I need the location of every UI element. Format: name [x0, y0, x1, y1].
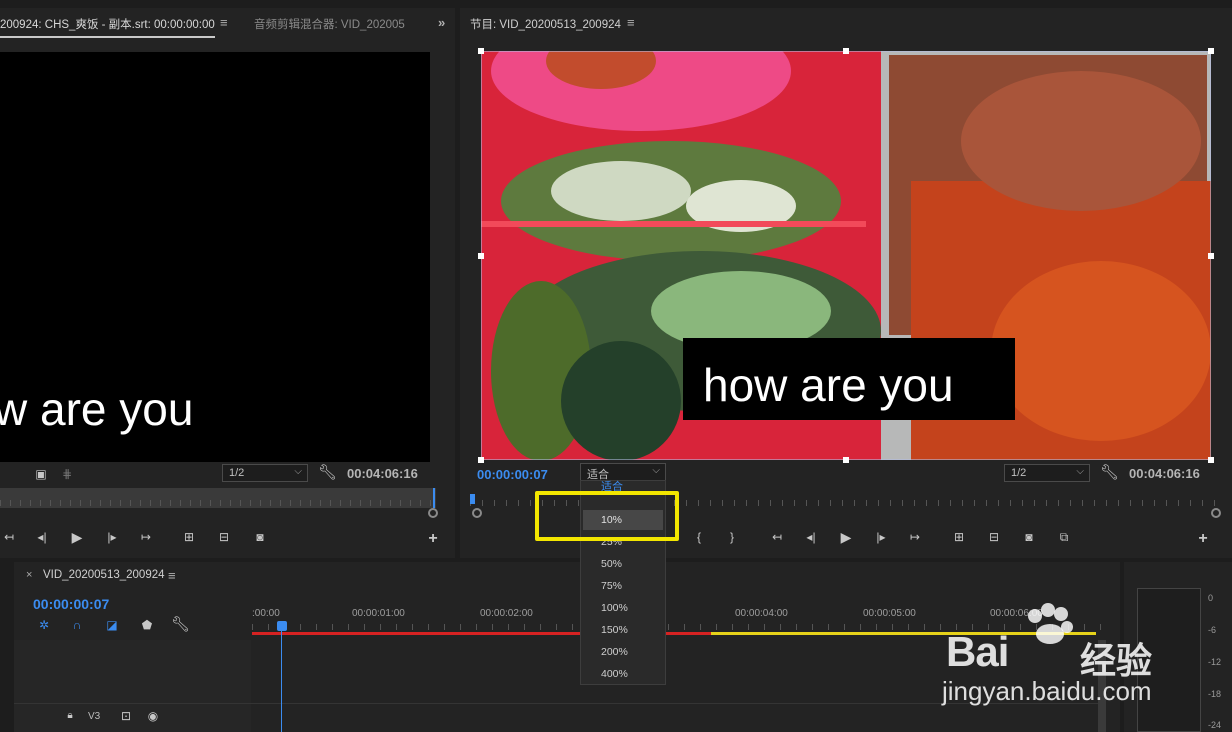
meter-label: -24	[1208, 720, 1222, 730]
zoom-option-100[interactable]: 100%	[581, 598, 665, 618]
mark-out-icon[interactable]: }	[723, 528, 741, 546]
overflow-tabs-icon[interactable]: »	[438, 15, 445, 30]
extract-icon[interactable]: ⊟	[985, 528, 1003, 546]
timeline-tab[interactable]: VID_20200513_200924	[43, 569, 165, 581]
ruler-label: :00:00	[252, 608, 280, 619]
toggle-sync-icon[interactable]: ⊡	[117, 707, 135, 725]
track-label-v3[interactable]: V3	[88, 711, 100, 722]
transform-handle[interactable]	[843, 457, 849, 463]
zoom-option-75[interactable]: 75%	[581, 576, 665, 596]
camera-icon[interactable]: ◙	[251, 528, 269, 546]
program-resolution-select[interactable]: 1/2 ⌵	[1004, 464, 1090, 482]
zoom-level-select[interactable]: 适合 ⌵	[580, 463, 666, 481]
go-to-in-icon[interactable]: ↤	[768, 528, 786, 546]
add-button-icon[interactable]: +	[424, 530, 442, 548]
wrench-icon[interactable]: 🔧︎	[1100, 464, 1119, 482]
timeline-settings-wrench-icon[interactable]: 🔧︎	[171, 616, 190, 634]
program-zoom-handle-right[interactable]	[1211, 508, 1221, 518]
transform-handle[interactable]	[1208, 457, 1214, 463]
go-to-out-icon[interactable]: ↦	[137, 528, 155, 546]
add-marker-icon[interactable]: ⬟	[138, 616, 156, 634]
program-zoom-handle-left[interactable]	[472, 508, 482, 518]
timeline-close-icon[interactable]: ×	[26, 569, 32, 581]
wrench-icon[interactable]: 🔧︎	[318, 464, 337, 482]
meter-label: -18	[1208, 689, 1222, 699]
chevron-down-icon: ⌵	[1076, 466, 1084, 477]
tab-audio-clip-mixer[interactable]: 音频剪辑混合器: VID_202005	[254, 16, 405, 32]
go-to-out-icon[interactable]: ↦	[906, 528, 924, 546]
zoom-option-50[interactable]: 50%	[581, 554, 665, 574]
play-icon[interactable]: ▶	[68, 528, 86, 546]
ruler-label: 00:00:01:00	[352, 608, 405, 619]
program-duration: 00:04:06:16	[1129, 466, 1200, 481]
step-back-icon[interactable]: ◂|	[802, 528, 820, 546]
tab-source-subtitle[interactable]: 200924: CHS_爽饭 - 副本.srt: 00:00:00:00	[0, 16, 215, 38]
chevron-down-icon: ⌵	[652, 465, 660, 476]
source-resolution-select[interactable]: 1/2 ⌵	[222, 464, 308, 482]
go-to-in-icon[interactable]: ↤	[0, 528, 18, 546]
timeline-playhead-line[interactable]	[281, 630, 282, 732]
step-forward-icon[interactable]: |▸	[872, 528, 890, 546]
ruler-label: 00:00:05:00	[863, 608, 916, 619]
insert-icon[interactable]: ⊞	[180, 528, 198, 546]
transform-handle[interactable]	[1208, 253, 1214, 259]
transform-handle[interactable]	[478, 457, 484, 463]
lift-icon[interactable]: ⊞	[950, 528, 968, 546]
add-button-icon[interactable]: +	[1194, 530, 1212, 548]
meter-label: -6	[1208, 625, 1217, 635]
step-forward-icon[interactable]: |▸	[103, 528, 121, 546]
program-playhead[interactable]	[470, 494, 475, 504]
step-back-icon[interactable]: ◂|	[33, 528, 51, 546]
mark-in-icon[interactable]: {	[690, 528, 708, 546]
panel-menu-icon[interactable]: ≡	[220, 15, 228, 30]
transform-handle[interactable]	[1208, 48, 1214, 54]
panel-menu-icon[interactable]: ≡	[627, 15, 635, 30]
source-scrub-ticks	[0, 500, 436, 506]
ruler-label: 00:00:02:00	[480, 608, 533, 619]
bounding-box-outline	[481, 51, 1211, 460]
safe-margins-icon[interactable]: ▣	[32, 465, 50, 483]
zoom-option-150[interactable]: 150%	[581, 620, 665, 640]
program-monitor-tabbar: 节目: VID_20200513_200924 ≡	[460, 8, 1232, 36]
timeline-playhead-cap[interactable]	[277, 621, 287, 631]
transform-handle[interactable]	[478, 48, 484, 54]
tab-program[interactable]: 节目: VID_20200513_200924	[470, 16, 621, 32]
play-icon[interactable]: ▶	[837, 528, 855, 546]
lock-icon[interactable]: 🔒︎	[61, 707, 79, 725]
zoom-option-400[interactable]: 400%	[581, 664, 665, 684]
settings-marks-icon[interactable]: ⋕	[58, 465, 76, 483]
transform-handle[interactable]	[843, 48, 849, 54]
panel-menu-icon[interactable]: ≡	[168, 568, 176, 583]
meter-label: -12	[1208, 657, 1222, 667]
source-monitor-video: w are you	[0, 52, 430, 462]
nest-icon[interactable]: ✲	[35, 616, 53, 634]
zoom-option-200[interactable]: 200%	[581, 642, 665, 662]
overwrite-icon[interactable]: ⊟	[215, 528, 233, 546]
meter-label: 0	[1208, 593, 1214, 603]
eye-icon[interactable]: ◉	[144, 707, 162, 725]
source-duration: 00:04:06:16	[347, 466, 418, 481]
source-zoom-handle[interactable]	[428, 508, 438, 518]
compare-icon[interactable]: ⧉	[1055, 528, 1073, 546]
ruler-label: 00:00:04:00	[735, 608, 788, 619]
linked-selection-icon[interactable]: ◪	[103, 616, 121, 634]
source-playhead[interactable]	[433, 488, 435, 508]
source-caption: w are you	[0, 383, 194, 435]
timeline-current-time[interactable]: 00:00:00:07	[33, 596, 109, 612]
baidu-watermark: Bai 经验 jingyan.baidu.com	[940, 600, 1180, 710]
snap-magnet-icon[interactable]: ∩	[68, 616, 86, 634]
baidu-brand-text: Bai	[946, 628, 1009, 675]
baidu-url-text: jingyan.baidu.com	[942, 676, 1152, 706]
annotation-highlight-box	[535, 491, 679, 541]
program-current-time[interactable]: 00:00:00:07	[477, 467, 548, 482]
camera-icon[interactable]: ◙	[1020, 528, 1038, 546]
transform-handle[interactable]	[478, 253, 484, 259]
source-monitor-tabbar: 200924: CHS_爽饭 - 副本.srt: 00:00:00:00 ≡ 音…	[0, 8, 455, 38]
chevron-down-icon: ⌵	[294, 466, 302, 477]
